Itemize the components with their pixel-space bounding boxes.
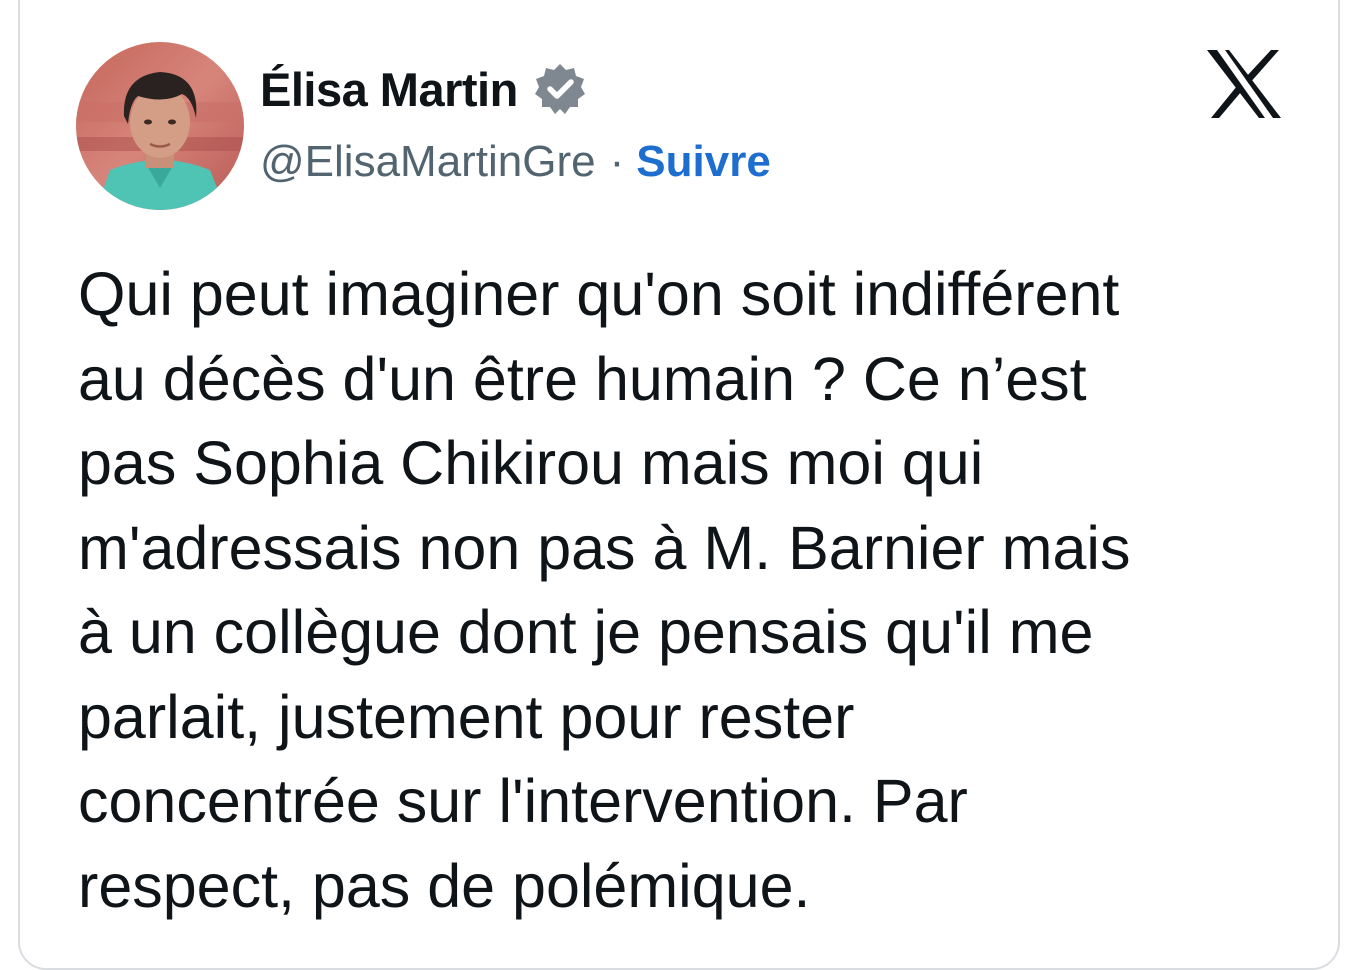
- avatar-image: [76, 42, 244, 210]
- author-handle-row: @ElisaMartinGre · Suivre: [260, 132, 771, 192]
- follow-button[interactable]: Suivre: [636, 137, 771, 187]
- tweet-text: Qui peut imaginer qu'on soit indifférent…: [78, 260, 1131, 920]
- verified-badge-icon: [532, 61, 588, 117]
- x-logo-icon[interactable]: [1205, 48, 1283, 120]
- avatar[interactable]: [76, 42, 244, 210]
- author-name-row: Élisa Martin: [260, 58, 588, 120]
- separator-dot: ·: [609, 137, 625, 186]
- author-display-name[interactable]: Élisa Martin: [260, 62, 518, 117]
- author-handle[interactable]: @ElisaMartinGre: [260, 137, 596, 187]
